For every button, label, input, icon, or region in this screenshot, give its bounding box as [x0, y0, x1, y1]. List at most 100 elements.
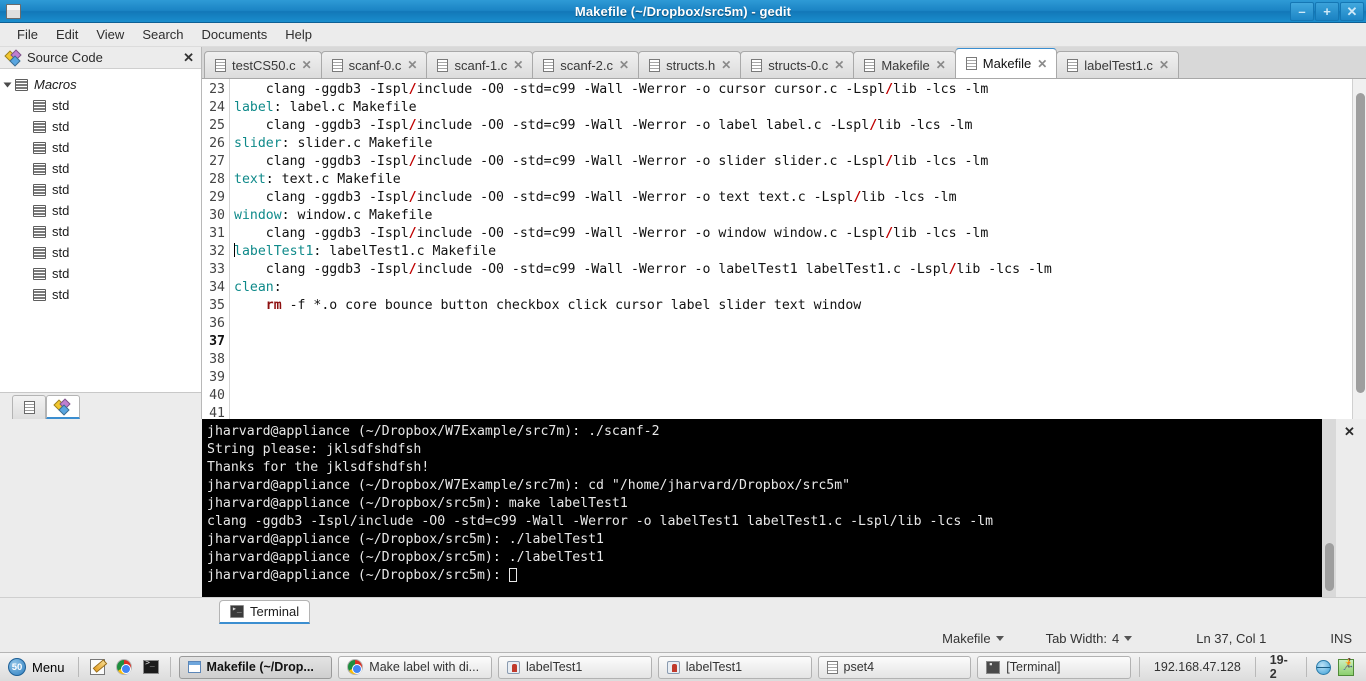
code-line: window: window.c Makefile [234, 207, 1352, 225]
code-segment: : labelTest1.c Makefile [313, 244, 497, 259]
tree-item-std[interactable]: std [0, 200, 201, 221]
terminal-prompt-line: jharvard@appliance (~/Dropbox/src5m): [207, 567, 1322, 585]
task-pset4[interactable]: pset4 [817, 655, 972, 679]
source-code-icon [4, 48, 22, 67]
tree-item-std[interactable]: std [0, 137, 201, 158]
tree-item-std[interactable]: std [0, 284, 201, 305]
tree-item-std[interactable]: std [0, 263, 201, 284]
task-chrome-page[interactable]: Make label with di... [338, 655, 493, 679]
chrome-icon [347, 659, 364, 675]
terminal-scrollbar[interactable] [1322, 419, 1336, 597]
document-tab[interactable]: structs.h ✕ [638, 51, 742, 78]
chevron-down-icon[interactable] [3, 82, 12, 87]
code-text[interactable]: clang -ggdb3 -Ispl/include -O0 -std=c99 … [230, 79, 1352, 419]
launcher-terminal[interactable] [141, 656, 162, 678]
terminal-icon [143, 658, 160, 674]
close-button[interactable]: ✕ [1340, 2, 1364, 21]
code-segment: lib -lcs -lm [861, 190, 957, 205]
code-line: clang -ggdb3 -Ispl/include -O0 -std=c99 … [234, 189, 1352, 207]
start-menu-button[interactable]: 50 Menu [4, 658, 73, 676]
line-number: 33 [209, 262, 225, 277]
symbol-tree[interactable]: Macros std std std std std std std std std std [0, 69, 201, 392]
task-terminal[interactable]: [Terminal] [977, 655, 1132, 679]
tree-item-macros[interactable]: Macros [0, 74, 201, 95]
document-tab[interactable]: Makefile ✕ [853, 51, 956, 78]
tab-terminal[interactable]: Terminal [219, 600, 311, 624]
statusbar: Makefile Tab Width: 4 Ln 37, Col 1 INS [0, 626, 1366, 651]
menu-file[interactable]: File [8, 25, 47, 44]
terminal-scroll-thumb[interactable] [1325, 543, 1334, 591]
tab-width-label: Tab Width: [1045, 631, 1107, 646]
maximize-button[interactable]: + [1315, 2, 1339, 21]
editor-scroll-thumb[interactable] [1356, 93, 1365, 393]
macro-icon [33, 204, 46, 217]
menu-edit[interactable]: Edit [47, 25, 87, 44]
close-icon[interactable]: ✕ [936, 58, 946, 72]
document-tabbar[interactable]: testCS50.c ✕ scanf-0.c ✕ scanf-1.c ✕ scanf-2.c… [202, 47, 1366, 79]
side-panel-close-icon[interactable]: ✕ [183, 50, 194, 66]
close-icon[interactable]: ✕ [619, 58, 629, 72]
task-makefile[interactable]: Makefile (~/Drop... [178, 655, 333, 679]
terminal-output[interactable]: jharvard@appliance (~/Dropbox/W7Example/… [202, 419, 1322, 597]
editor-vertical-scrollbar[interactable] [1352, 79, 1366, 419]
tree-item-std[interactable]: std [0, 158, 201, 179]
tab-width-selector[interactable]: Tab Width: 4 [1046, 631, 1133, 646]
side-tab-documents[interactable] [12, 395, 46, 419]
terminal-icon [986, 659, 1001, 674]
launcher-text-editor[interactable] [86, 656, 107, 678]
document-tab[interactable]: scanf-2.c ✕ [532, 51, 640, 78]
document-tab[interactable]: Makefile ✕ [954, 48, 1058, 78]
side-panel-tabs [0, 392, 201, 419]
tree-item-std[interactable]: std [0, 179, 201, 200]
terminal-panel[interactable]: jharvard@appliance (~/Dropbox/W7Example/… [202, 419, 1366, 597]
close-icon[interactable]: ✕ [302, 58, 312, 72]
close-icon[interactable]: ✕ [834, 58, 844, 72]
code-line: text: text.c Makefile [234, 171, 1352, 189]
document-icon [649, 58, 661, 72]
minimize-button[interactable]: – [1290, 2, 1314, 21]
line-number: 23 [209, 82, 225, 97]
close-icon[interactable]: ✕ [407, 58, 417, 72]
document-tab[interactable]: scanf-0.c ✕ [320, 51, 428, 78]
tree-item-std[interactable]: std [0, 242, 201, 263]
code-line: rm -f *.o core bounce button checkbox cl… [234, 297, 1352, 315]
code-segment: lib -lcs -lm [956, 262, 1052, 277]
document-tab[interactable]: testCS50.c ✕ [204, 51, 322, 78]
close-icon[interactable]: ✕ [513, 58, 523, 72]
workspace-indicator[interactable]: 19-2 [1261, 653, 1301, 681]
terminal-line: Thanks for the jklsdfshdfsh! [207, 460, 430, 475]
menu-help[interactable]: Help [276, 25, 321, 44]
code-line: clang -ggdb3 -Ispl/include -O0 -std=c99 … [234, 225, 1352, 243]
menu-view[interactable]: View [87, 25, 133, 44]
terminal-close-icon[interactable]: ✕ [1344, 424, 1355, 440]
side-tab-source-code[interactable] [46, 395, 80, 419]
code-area[interactable]: 23 24 25 26 27 28 29 30 31 32 33 34 35 36 37 38 39 40 41 c… [202, 79, 1366, 419]
terminal-line: clang -ggdb3 -Ispl/include -O0 -std=c99 … [207, 514, 994, 529]
terminal-line: jharvard@appliance (~/Dropbox/W7Example/… [207, 478, 851, 493]
code-segment: clang -ggdb3 -Ispl [234, 190, 409, 205]
menu-documents[interactable]: Documents [193, 25, 277, 44]
tree-item-std[interactable]: std [0, 221, 201, 242]
tree-item-label: std [52, 98, 70, 113]
menu-search[interactable]: Search [133, 25, 192, 44]
line-number: 28 [209, 172, 225, 187]
language-label: Makefile [942, 631, 991, 646]
menubar: File Edit View Search Documents Help [0, 23, 1366, 47]
run-icon[interactable] [1338, 658, 1355, 677]
document-tab[interactable]: scanf-1.c ✕ [426, 51, 534, 78]
task-label: Make label with di... [369, 660, 480, 674]
language-selector[interactable]: Makefile [942, 631, 1004, 646]
close-icon[interactable]: ✕ [1159, 58, 1169, 72]
document-tab[interactable]: structs-0.c ✕ [740, 51, 855, 78]
launcher-chrome[interactable] [114, 656, 135, 678]
code-segment: lib -lcs -lm [893, 82, 989, 97]
tree-item-std[interactable]: std [0, 116, 201, 137]
document-tab[interactable]: labelTest1.c ✕ [1056, 51, 1179, 78]
task-labeltest1-a[interactable]: labelTest1 [498, 655, 652, 679]
close-icon[interactable]: ✕ [721, 58, 731, 72]
tree-item-std[interactable]: std [0, 95, 201, 116]
terminal-line: String please: jklsdfshdfsh [207, 442, 422, 457]
close-icon[interactable]: ✕ [1037, 57, 1047, 71]
network-icon[interactable] [1315, 658, 1332, 677]
task-labeltest1-b[interactable]: labelTest1 [657, 655, 812, 679]
